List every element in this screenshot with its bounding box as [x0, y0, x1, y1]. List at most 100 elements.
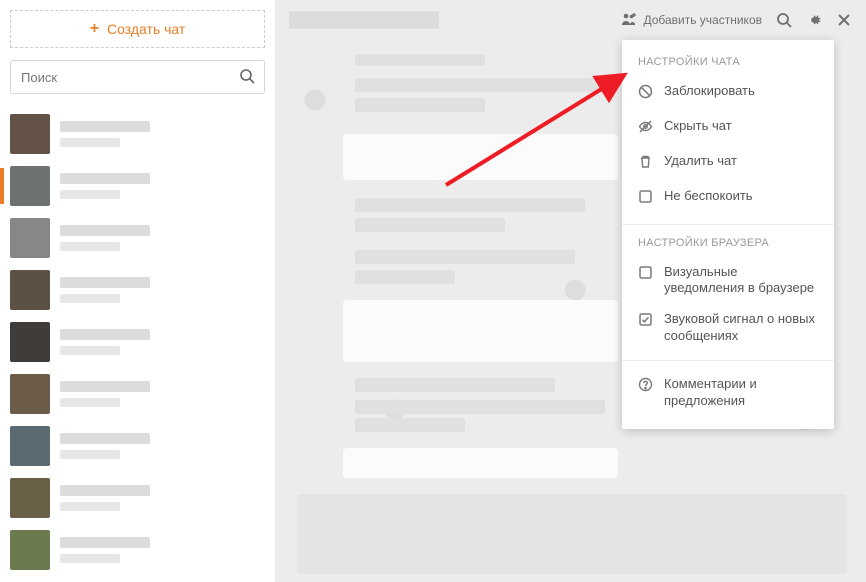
chat-list-item[interactable]	[10, 160, 265, 212]
avatar	[10, 114, 50, 154]
chat-item-meta	[60, 433, 265, 459]
chat-item-meta	[60, 225, 265, 251]
header-actions: Добавить участников	[621, 12, 852, 29]
chat-preview-blur	[60, 398, 120, 407]
search-icon[interactable]	[239, 68, 255, 87]
message-bubble	[343, 448, 618, 478]
add-participants-button[interactable]: Добавить участников	[621, 12, 762, 29]
message-blur	[355, 400, 605, 414]
chat-item-meta	[60, 381, 265, 407]
avatar	[10, 218, 50, 258]
close-icon[interactable]	[836, 12, 852, 28]
chat-name-blur	[60, 433, 150, 444]
message-blur	[355, 78, 615, 92]
composer-blur	[297, 494, 847, 574]
menu-item-label: Визуальные уведомления в браузере	[664, 264, 818, 298]
chat-preview-blur	[60, 554, 120, 563]
chat-list-item[interactable]	[10, 264, 265, 316]
avatar	[10, 166, 50, 206]
plus-icon: +	[90, 20, 99, 38]
block-icon	[638, 84, 654, 104]
message-blur	[355, 54, 485, 66]
chat-name-blur	[60, 277, 150, 288]
chat-item-meta	[60, 173, 265, 199]
chat-list-item[interactable]	[10, 212, 265, 264]
menu-item-label: Не беспокоить	[664, 188, 753, 205]
checkbox-empty-icon	[638, 265, 654, 285]
settings-section-chat-title: НАСТРОЙКИ ЧАТА	[622, 52, 834, 76]
chat-item-meta	[60, 485, 265, 511]
chat-item-meta	[60, 121, 265, 147]
add-participants-label: Добавить участников	[643, 13, 762, 27]
settings-dropdown: НАСТРОЙКИ ЧАТА Заблокировать Скрыть чат	[622, 40, 834, 429]
chat-name-blur	[60, 537, 150, 548]
message-blur	[355, 378, 555, 392]
question-icon	[638, 377, 654, 397]
menu-item-label: Скрыть чат	[664, 118, 732, 135]
avatar	[10, 478, 50, 518]
add-participants-icon	[621, 12, 637, 29]
chat-name-blur	[60, 173, 150, 184]
avatar	[10, 270, 50, 310]
search-input[interactable]	[10, 60, 265, 94]
menu-separator	[622, 224, 834, 225]
chat-preview-blur	[60, 346, 120, 355]
chat-list-item[interactable]	[10, 472, 265, 524]
chat-name-blur	[60, 485, 150, 496]
checkbox-empty-icon	[638, 189, 654, 209]
menu-item-label: Удалить чат	[664, 153, 737, 170]
chat-item-meta	[60, 277, 265, 303]
gear-icon[interactable]	[806, 12, 822, 28]
chat-name-blur	[60, 225, 150, 236]
chat-name-blur	[60, 381, 150, 392]
message-bubble	[343, 134, 618, 180]
menu-item-label: Звуковой сигнал о новых сообщениях	[664, 311, 818, 345]
trash-icon	[638, 154, 654, 174]
avatar	[10, 374, 50, 414]
chat-preview-blur	[60, 502, 120, 511]
menu-item-visual-notifications[interactable]: Визуальные уведомления в браузере	[622, 257, 834, 305]
chat-list-item[interactable]	[10, 368, 265, 420]
chat-preview-blur	[60, 190, 120, 199]
avatar	[10, 322, 50, 362]
chat-list-item[interactable]	[10, 316, 265, 368]
chat-preview-blur	[60, 242, 120, 251]
settings-section-browser-title: НАСТРОЙКИ БРАУЗЕРА	[622, 233, 834, 257]
message-blur	[355, 198, 585, 212]
message-blur	[355, 418, 465, 432]
avatar	[10, 530, 50, 570]
avatar	[10, 426, 50, 466]
message-blur	[355, 218, 505, 232]
create-chat-button[interactable]: + Создать чат	[10, 10, 265, 48]
message-bubble	[343, 300, 618, 362]
menu-item-block[interactable]: Заблокировать	[622, 76, 834, 111]
menu-separator	[622, 360, 834, 361]
conversation-panel: Добавить участников	[275, 0, 866, 582]
chat-preview-blur	[60, 138, 120, 147]
menu-item-hide[interactable]: Скрыть чат	[622, 111, 834, 146]
eye-off-icon	[638, 119, 654, 139]
chat-list-panel: + Создать чат	[0, 0, 275, 582]
chat-item-meta	[60, 537, 265, 563]
message-blur	[355, 98, 485, 112]
chat-header: Добавить участников	[275, 0, 866, 40]
search-wrapper	[10, 60, 265, 94]
chat-preview-blur	[60, 294, 120, 303]
chat-name-blur	[60, 121, 150, 132]
menu-item-delete[interactable]: Удалить чат	[622, 146, 834, 181]
chat-list	[10, 108, 265, 576]
chat-title	[289, 11, 439, 29]
chat-item-meta	[60, 329, 265, 355]
chat-preview-blur	[60, 450, 120, 459]
chat-list-item[interactable]	[10, 420, 265, 472]
menu-item-dnd[interactable]: Не беспокоить	[622, 181, 834, 216]
chat-list-item[interactable]	[10, 108, 265, 160]
menu-item-label: Заблокировать	[664, 83, 755, 100]
chat-name-blur	[60, 329, 150, 340]
message-blur	[355, 270, 455, 284]
menu-item-feedback[interactable]: Комментарии и предложения	[622, 369, 834, 417]
header-search-icon[interactable]	[776, 12, 792, 28]
menu-item-sound-notifications[interactable]: Звуковой сигнал о новых сообщениях	[622, 304, 834, 352]
chat-list-item[interactable]	[10, 524, 265, 576]
menu-item-label: Комментарии и предложения	[664, 376, 818, 410]
